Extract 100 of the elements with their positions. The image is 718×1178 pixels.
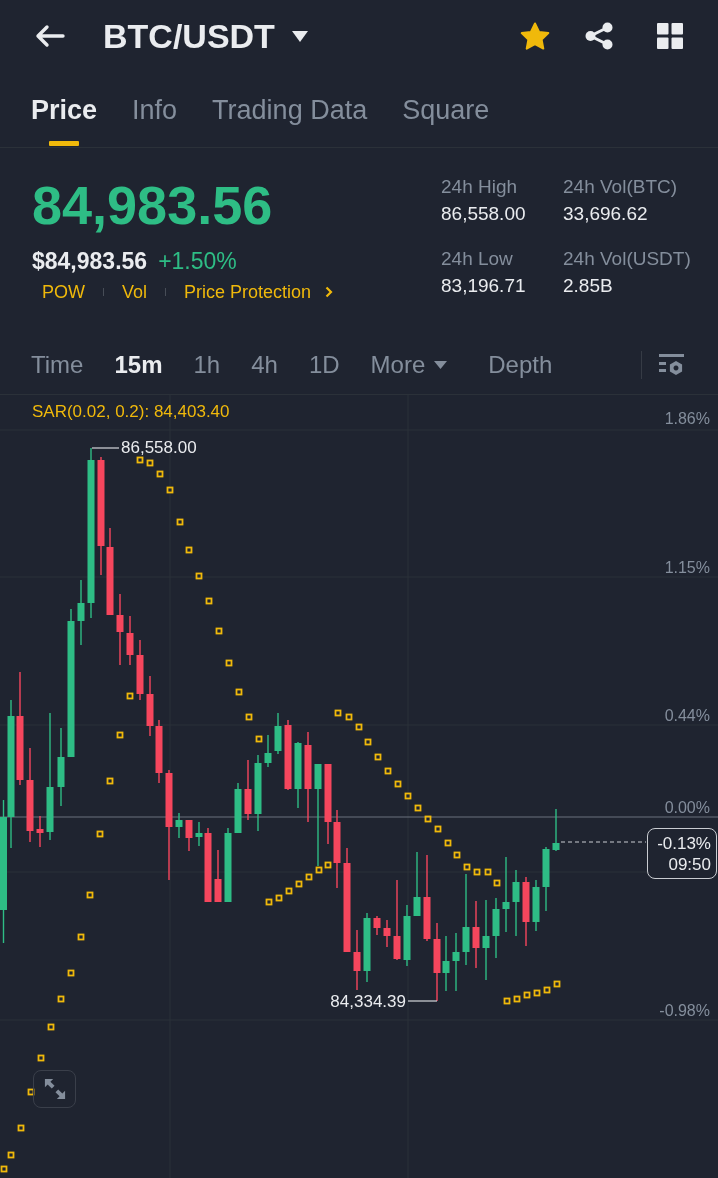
falling-candle (126, 615, 134, 666)
sar-point (185, 546, 193, 554)
indicator-label: SAR(0.02, 0.2): 84,403.40 (32, 402, 230, 421)
sar-point (205, 597, 213, 605)
grid-icon[interactable] (657, 23, 683, 49)
stat-value: 2.85B (563, 274, 613, 298)
sar-point (513, 995, 521, 1003)
tab[interactable]: Info (132, 72, 178, 147)
rising-candle (452, 932, 460, 992)
falling-candle (136, 639, 144, 701)
sar-point (424, 815, 432, 823)
interval-tab[interactable]: 4h (251, 350, 278, 380)
tag-link[interactable]: POW (42, 280, 85, 304)
falling-candle (185, 819, 193, 852)
axis-label: 0.44% (664, 707, 710, 724)
depth-tab[interactable]: Depth (488, 350, 553, 380)
falling-candle (36, 815, 44, 848)
caret-icon (291, 30, 308, 42)
axis-label: 0.00% (664, 799, 710, 816)
rising-candle (77, 579, 85, 646)
stat-value: 83,196.71 (441, 274, 526, 298)
rising-candle (532, 879, 540, 932)
interval-tab[interactable]: 1D (308, 350, 340, 380)
sar-point (493, 879, 501, 887)
sar-point (374, 753, 382, 761)
sar-point (444, 839, 452, 847)
falling-candle (373, 915, 381, 936)
pair-selector[interactable]: BTC/USDT (103, 16, 308, 56)
sar-point (77, 933, 85, 941)
rising-candle (195, 821, 203, 847)
rising-candle (542, 846, 550, 912)
tab[interactable]: Price (31, 72, 98, 147)
rising-candle (363, 912, 371, 983)
more-menu-button[interactable]: More (370, 350, 448, 380)
sar-point (166, 486, 174, 494)
falling-candle (353, 929, 361, 991)
falling-candle (472, 900, 480, 969)
rising-candle (413, 851, 421, 917)
rising-candle (552, 808, 560, 852)
price-change: +1.50% (158, 247, 237, 275)
falling-candle (522, 876, 530, 947)
sar-point (473, 868, 481, 876)
sar-point (553, 980, 561, 988)
rising-candle (442, 935, 450, 992)
tag-link[interactable]: Vol (122, 280, 148, 304)
sar-point (434, 825, 442, 833)
back-arrow-icon[interactable] (35, 24, 65, 48)
chart-settings-icon[interactable] (659, 354, 685, 376)
tab[interactable]: Trading Data (212, 72, 368, 147)
rising-candle (512, 869, 520, 937)
sar-point (146, 459, 154, 467)
interval-tab[interactable]: 15m (114, 350, 163, 380)
sar-point (116, 731, 124, 739)
sar-point (523, 991, 531, 999)
sar-point (27, 1088, 35, 1096)
sar-point (265, 898, 273, 906)
sar-point (384, 767, 392, 775)
expand-button[interactable] (33, 1070, 76, 1108)
rising-candle (274, 712, 282, 755)
sar-point (245, 713, 253, 721)
star-icon[interactable] (520, 21, 550, 51)
sar-point (57, 995, 65, 1003)
sar-point (47, 1023, 55, 1031)
sar-point (334, 709, 342, 717)
last-price: 84,983.56 (32, 175, 273, 235)
falling-candle (214, 849, 222, 903)
sar-point (484, 868, 492, 876)
sar-point (255, 735, 263, 743)
leader-line (91, 447, 120, 449)
sar-point (355, 723, 363, 731)
rising-candle (234, 782, 242, 834)
stat-value: 33,696.62 (563, 202, 648, 226)
sar-point (215, 627, 223, 635)
countdown-label: 09:50 (668, 853, 711, 875)
tab[interactable]: Square (402, 72, 490, 147)
interval-tab[interactable]: 1h (193, 350, 221, 380)
expand-icon (43, 1078, 66, 1100)
low-price-label: 84,334.39 (330, 992, 406, 1011)
sar-point (533, 989, 541, 997)
stat-label: 24h Vol(BTC) (563, 175, 678, 199)
sar-point (404, 792, 412, 800)
chevron-link[interactable]: Price Protection (184, 280, 334, 304)
sar-point (225, 659, 233, 667)
sar-point (345, 713, 353, 721)
axis-label: 1.86% (664, 410, 710, 427)
sar-point (414, 804, 422, 812)
high-price-label: 86,558.00 (121, 441, 197, 455)
stat-label: 24h High (441, 175, 518, 199)
sar-point (106, 777, 114, 785)
sar-point (195, 572, 203, 580)
interval-tab[interactable]: Time (31, 350, 84, 380)
axis-label: -0.98% (659, 1002, 710, 1019)
falling-candle (284, 719, 292, 791)
sar-point (463, 863, 471, 871)
share-icon[interactable] (585, 22, 613, 50)
stat-label: 24h Vol(USDT) (563, 247, 691, 271)
sar-point (295, 880, 303, 888)
sar-point (305, 873, 313, 881)
sar-point (543, 986, 551, 994)
sar-point (364, 738, 372, 746)
